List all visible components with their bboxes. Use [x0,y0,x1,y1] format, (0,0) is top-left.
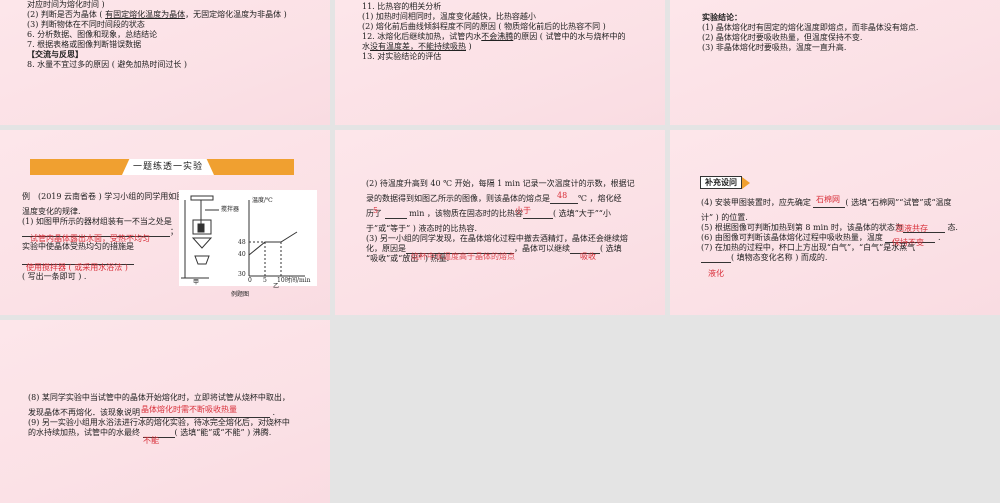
question-text: (2) 待温度升高到 40 ℃ 开始，每隔 1 min 记录一次温度计的示数，根… [366,179,635,188]
question-text: ( 填物态变化名称 ) 而成的. [701,253,827,263]
answer-text: 48 [557,191,568,200]
question-text: 于”或“等于” ) 液态时的比热容. [366,224,478,233]
answer-text: 液化 [708,269,724,278]
answer-text: 烧杯中水温度高于晶体的熔点 [411,252,515,261]
question-text: 历了 min ，该物质在固态时的比热容( 选填“大于”“小 [366,209,611,219]
text-line: 12. 冰熔化后继续加热，试管内水不会沸腾的原因 ( 试管中的水与烧杯中的 [362,32,626,41]
text-line: (1) 晶体熔化时有固定的熔化温度即熔点，而非晶体没有熔点. [702,23,919,32]
text-line: (2) 判断是否为晶体 ( 有固定熔化温度为晶体，无固定熔化温度为非晶体 ) [27,10,287,19]
x-tick: 5 [263,277,267,284]
slide-thumbnail-6[interactable]: 补充设问 (4) 安装甲图装置时，应先确定 ( 选填“石棉网”“试管”或“温度 … [670,130,1000,315]
question-text: ( 写出一条即可 ) . [22,272,87,281]
text-line: (2) 熔化前后曲线倾斜程度不同的原因 ( 物质熔化前后的比热容不同 ) [362,22,606,31]
answer-text: 石棉网 [816,195,840,204]
y-tick: 48 [238,239,246,246]
question-text: 温度变化的规律. [22,207,81,216]
text-line: 13. 对实验结论的评估 [362,52,442,61]
question-text: (8) 某同学实验中当试管中的晶体开始熔化时，立即将试管从烧杯中取出， [28,393,290,402]
figure-caption: 例题图 [231,291,250,298]
answer-text: 吸收 [580,252,596,261]
question-text: 计” ) 的位置. [701,213,748,222]
text-line: 11. 比热容的相关分析 [362,2,442,11]
x-axis-label: 时间/min [285,277,311,284]
question-text: 录的数据得到如图乙所示的图像，则该晶体的熔点是 ℃ ，熔化经 [366,194,622,204]
answer-text: 小于 [515,206,531,215]
question-text: 实验中使晶体受热均匀的措施是 [22,242,134,251]
text-line: (3) 判断物体在不同时间段的状态 [27,20,145,29]
slide-thumbnail-1[interactable]: 对应时间为熔化时间 ) (2) 判断是否为晶体 ( 有固定熔化温度为晶体，无固定… [0,0,330,125]
conclusion-title: 实验结论： [702,13,742,22]
slide-thumbnail-4[interactable]: 一题练透一实验 例 (2019 云南省卷 ) 学习小组的同学用如图甲所示的装置探… [0,130,330,315]
text-line: 水没有温度差，不能持续吸热 ) [362,42,472,51]
question-text: (1) 如图甲所示的器材组装有一不当之处是 [22,217,172,226]
text-line: (1) 加热时间相同时，温度变化越快，比热容越小 [362,12,536,21]
y-tick: 30 [238,271,246,278]
answer-text: 5 [373,206,379,215]
slide-thumbnail-5[interactable]: (2) 待温度升高到 40 ℃ 开始，每隔 1 min 记录一次温度计的示数，根… [335,130,665,315]
section-heading: 【交流与反思】 [27,50,83,59]
slide-thumbnail-3[interactable]: 实验结论： (1) 晶体熔化时有固定的熔化温度即熔点，而非晶体没有熔点. (2)… [670,0,1000,125]
text-line: 8. 水量不宜过多的原因 ( 避免加热时间过长 ) [27,60,188,69]
example-figure: 搅拌器 温度/℃ 48 40 30 0 5 10 时间/min 甲 乙 [179,190,317,290]
answer-text: 不能 [143,436,159,445]
question-text: (7) 在加热的过程中，杯口上方出现“白气”，“白气”是水蒸气 [701,243,916,252]
text-line: (2) 晶体熔化时要吸收热量，但温度保持不变. [702,33,863,42]
text-line: 对应时间为熔化时间 ) [27,0,105,9]
stirrer-label: 搅拌器 [221,206,240,213]
section-banner: 一题练透一实验 [30,159,294,175]
supplement-tag: 补充设问 [700,176,750,189]
x-tick: 0 [248,277,252,284]
question-text: (3) 另一小组的同学发现，在晶体熔化过程中撤去酒精灯，晶体还会继续熔 [366,234,628,243]
question-text: (9) 另一实验小组用水浴法进行冰的熔化实验，待冰完全熔化后，对烧杯中 [28,418,290,427]
text-line: 7. 根据表格或图像判断错误数据 [27,40,142,49]
text-line: (3) 非晶体熔化时要吸热，温度一直升高. [702,43,847,52]
answer-text: 晶体熔化时需不断吸收热量 [141,405,237,414]
y-axis-label: 温度/℃ [252,197,273,204]
figure-yi-label: 乙 [273,283,280,290]
text-line: 6. 分析数据、图像和现象，总结结论 [27,30,158,39]
apparatus-and-graph [181,195,305,279]
slide-thumbnail-7[interactable]: (8) 某同学实验中当试管中的晶体开始熔化时，立即将试管从烧杯中取出， 发现晶体… [0,320,330,503]
figure-jia-label: 甲 [193,279,200,286]
slide-thumbnail-2[interactable]: 11. 比热容的相关分析 (1) 加热时间相同时，温度变化越快，比热容越小 (2… [335,0,665,125]
y-tick: 40 [238,251,246,258]
